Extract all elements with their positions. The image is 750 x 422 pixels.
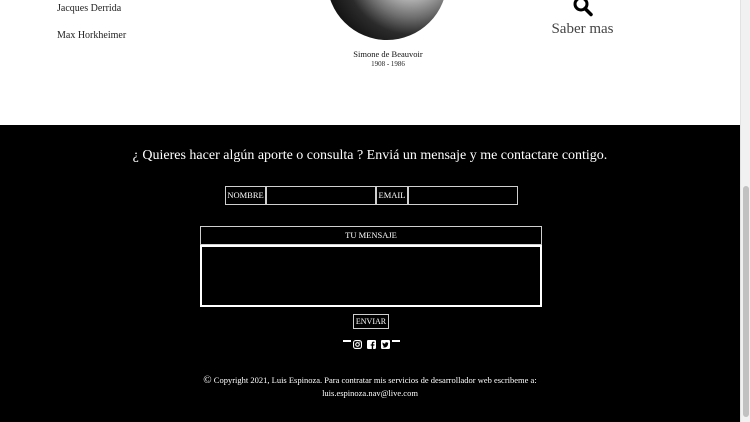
social-links	[340, 338, 402, 350]
scrollbar-thumb[interactable]	[743, 186, 749, 417]
scrollbar[interactable]	[740, 0, 750, 422]
copyright-notice: © Copyright 2021, Luis Espinoza. Para co…	[150, 374, 590, 400]
contact-footer: ¿ Quieres hacer algún aporte o consulta …	[0, 125, 740, 422]
search-icon[interactable]	[572, 0, 594, 17]
email-label: EMAIL	[376, 186, 408, 205]
email-input[interactable]	[408, 186, 518, 205]
message-label: TU MENSAJE	[200, 226, 542, 245]
saber-mas-link[interactable]: Saber mas	[540, 21, 625, 38]
link-max-horkheimer[interactable]: Max Horkheimer	[57, 30, 126, 41]
divider-right	[392, 340, 400, 342]
philosopher-portrait[interactable]	[327, 0, 447, 40]
divider-left	[343, 340, 351, 342]
copyright-icon: ©	[203, 374, 212, 386]
twitter-icon[interactable]	[381, 340, 390, 349]
facebook-icon[interactable]	[367, 340, 376, 349]
name-input[interactable]	[266, 186, 376, 205]
copyright-text: Copyright 2021, Luis Espinoza. Para cont…	[213, 375, 537, 385]
philosopher-name: Simone de Beauvoir	[353, 49, 423, 59]
link-jacques-derrida[interactable]: Jacques Derrida	[57, 3, 121, 14]
name-label: NOMBRE	[225, 186, 266, 205]
top-section: Jacques Derrida Max Horkheimer Simone de…	[0, 0, 740, 125]
send-button[interactable]: ENVIAR	[353, 314, 389, 329]
contact-headline: ¿ Quieres hacer algún aporte o consulta …	[132, 148, 608, 163]
contact-email[interactable]: luis.espinoza.nav@live.com	[322, 388, 418, 398]
message-textarea[interactable]	[200, 245, 542, 307]
instagram-icon[interactable]	[353, 340, 362, 349]
philosopher-dates: 1908 - 1986	[371, 60, 405, 68]
